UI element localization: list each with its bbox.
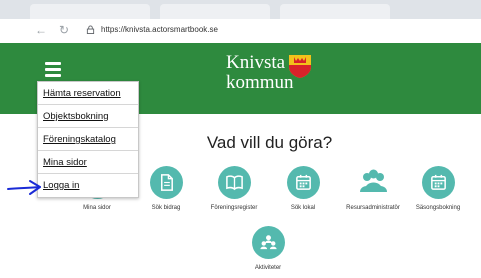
tile-sasongsbokning[interactable]: Säsongsbokning xyxy=(403,166,473,211)
reload-icon[interactable]: ↻ xyxy=(57,23,71,37)
tile-foreningsregister[interactable]: Föreningsregister xyxy=(199,166,269,211)
municipal-crest-icon xyxy=(289,55,311,78)
calendar-icon xyxy=(430,174,446,190)
browser-tab[interactable] xyxy=(30,4,150,19)
calendar-icon xyxy=(295,174,311,190)
menu-item-hamta-reservation[interactable]: Hämta reservation xyxy=(38,82,138,105)
group-icon xyxy=(359,169,387,192)
tile-label: Mina sidor xyxy=(83,205,111,211)
book-icon xyxy=(225,175,243,191)
tile-label: Sök bidrag xyxy=(151,205,181,211)
logo-text-line1[interactable]: Knivsta xyxy=(226,52,285,74)
hamburger-menu-icon[interactable] xyxy=(45,62,61,77)
tile-label: Resursadministratör xyxy=(346,205,400,211)
browser-tab[interactable] xyxy=(160,4,270,19)
menu-item-logga-in[interactable]: Logga in xyxy=(38,174,138,197)
tile-circle[interactable] xyxy=(421,166,455,199)
back-arrow-icon[interactable]: ← xyxy=(34,23,48,37)
tile-sok-lokal[interactable]: Sök lokal xyxy=(268,166,338,211)
browser-tab-strip xyxy=(0,0,481,19)
browser-tab[interactable] xyxy=(280,4,390,19)
tile-label: Aktiviteter xyxy=(254,265,282,271)
logo-text-line2[interactable]: kommun xyxy=(226,72,294,94)
annotation-arrow xyxy=(7,180,41,195)
tile-aktiviteter[interactable]: Aktiviteter xyxy=(233,226,303,271)
tile-resursadministrator[interactable]: Resursadministratör xyxy=(338,166,408,211)
tile-circle[interactable] xyxy=(286,166,320,199)
tile-label: Säsongsbokning xyxy=(415,205,461,211)
url-field[interactable]: https://knivsta.actorsmartbook.se xyxy=(101,24,218,36)
tile-circle[interactable] xyxy=(149,166,183,199)
tile-circle[interactable] xyxy=(251,226,285,259)
tile-label: Föreningsregister xyxy=(210,205,258,211)
document-icon xyxy=(160,174,173,191)
menu-item-foreningskatalog[interactable]: Föreningskatalog xyxy=(38,128,138,151)
menu-item-mina-sidor[interactable]: Mina sidor xyxy=(38,151,138,174)
dropdown-menu: Hämta reservation Objektsbokning Förenin… xyxy=(37,81,139,198)
lock-icon[interactable] xyxy=(86,25,95,34)
menu-item-objektsbokning[interactable]: Objektsbokning xyxy=(38,105,138,128)
tile-label: Sök lokal xyxy=(290,205,316,211)
tile-sok-bidrag[interactable]: Sök bidrag xyxy=(131,166,201,211)
group-icon xyxy=(259,235,277,250)
tile-graphic[interactable] xyxy=(357,166,390,199)
tile-circle[interactable] xyxy=(217,166,251,199)
browser-address-bar: ← ↻ https://knivsta.actorsmartbook.se xyxy=(0,19,481,44)
